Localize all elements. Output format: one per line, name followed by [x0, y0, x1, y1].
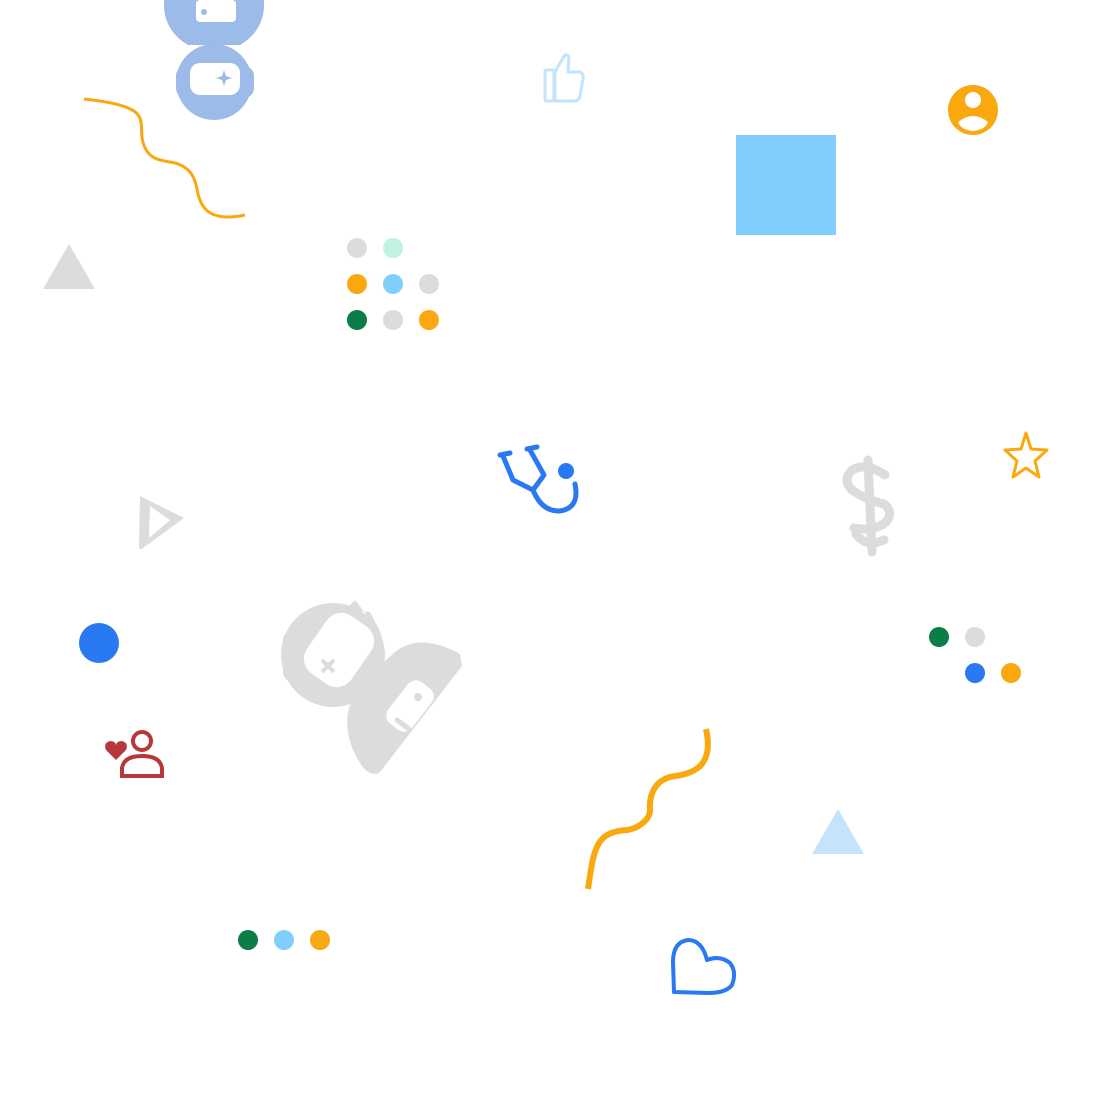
account-circle-icon: [948, 85, 998, 135]
bandage-hand-icon: [281, 600, 462, 774]
heart-outline-icon: [671, 938, 737, 995]
dot-grid: [347, 238, 439, 330]
stethoscope-icon: [497, 444, 579, 514]
triangle-shape: [43, 244, 95, 289]
square-shape: [736, 135, 836, 235]
thumbs-up-icon: [543, 53, 585, 103]
bandage-icon: [164, 0, 264, 120]
dot-grid: [929, 627, 1021, 683]
circle-shape: [79, 623, 119, 663]
star-outline-icon: [1003, 431, 1049, 479]
decorative-background: [43, 0, 1049, 995]
paper-plane-icon: [139, 496, 184, 550]
dot-row: [238, 930, 330, 950]
caduceus-icon: [842, 455, 894, 557]
triangle-shape: [812, 809, 864, 854]
wavy-line: [585, 728, 711, 890]
volunteer-person-icon: [105, 730, 164, 778]
